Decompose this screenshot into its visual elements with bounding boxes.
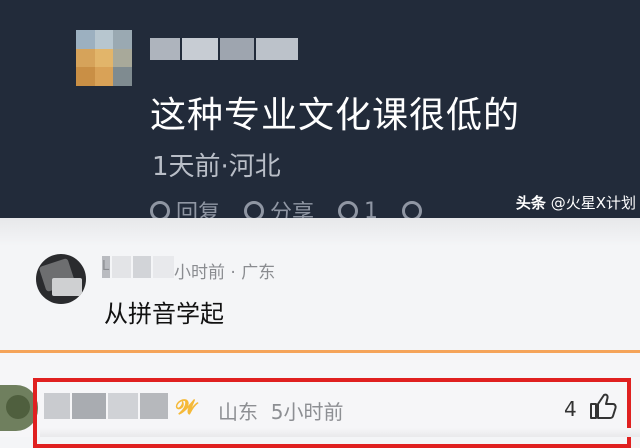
reply-label: 回复 — [176, 201, 221, 218]
blurred-username[interactable]: L — [102, 256, 174, 278]
like-count: 1 — [364, 198, 379, 219]
section-shadow — [0, 218, 640, 246]
more-button[interactable] — [402, 200, 423, 218]
share-icon — [244, 201, 265, 218]
highlight-box — [33, 378, 631, 448]
blurred-username[interactable] — [150, 38, 300, 60]
comment-text: 这种专业文化课很低的 — [150, 95, 521, 136]
like-icon — [338, 201, 359, 218]
watermark: 头条 @火星X计划 — [516, 192, 636, 213]
share-label: 分享 — [270, 201, 315, 218]
like-button[interactable]: 1 — [338, 198, 379, 219]
comment-actions: 回复 分享 1 — [150, 198, 423, 219]
next-item-fade — [40, 428, 640, 437]
dark-comment-panel: 这种专业文化课很低的 1天前·河北 回复 分享 1 头条 @火星X计划 — [0, 0, 640, 218]
watermark-brand: 头条 — [515, 194, 546, 212]
username-initial: L — [102, 256, 110, 278]
comment-item: L 小时前 · 广东 从拼音学起 — [0, 218, 640, 350]
share-button[interactable]: 分享 — [244, 200, 314, 218]
comment-meta: 1天前·河北 — [152, 152, 281, 182]
more-icon — [402, 201, 423, 218]
comment-meta: 小时前 · 广东 — [174, 263, 276, 283]
watermark-account: @火星X计划 — [550, 194, 636, 212]
reply-icon — [150, 201, 170, 218]
avatar[interactable] — [36, 254, 86, 304]
blurred-avatar[interactable] — [76, 30, 132, 86]
reply-button[interactable]: 回复 — [150, 200, 220, 218]
comment-text: 从拼音学起 — [104, 300, 224, 328]
